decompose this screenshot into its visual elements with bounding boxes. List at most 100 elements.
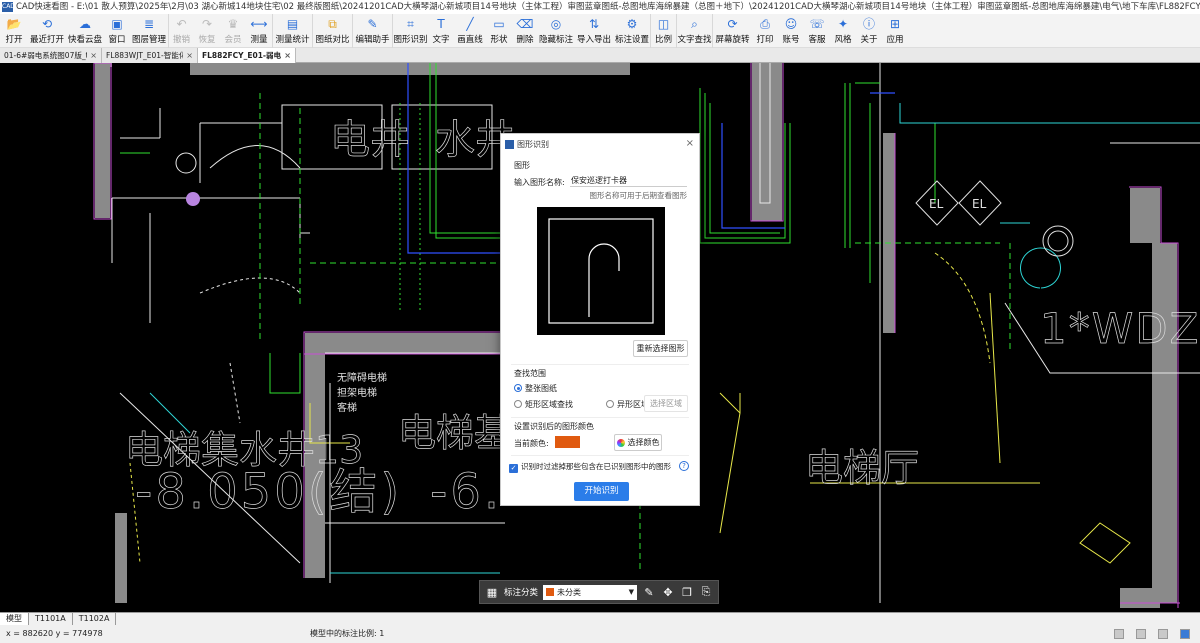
el-text-2: EL [972, 197, 987, 211]
filter-option[interactable]: ✓ 识别时过滤掉那些包含在已识别图形中的图形 [509, 461, 671, 473]
measure-icon: ⟷ [250, 17, 268, 31]
window-title: CAD快速看图 - E:\01 散人预算\2025年\2月\03 湖心新城14地… [16, 2, 1200, 12]
toolbar-shape-button[interactable]: ▭ 形状 [486, 14, 512, 48]
toolbar-cloud-button[interactable]: ☁ 快看云盘 [66, 14, 104, 48]
toolbar-window-button[interactable]: ▣ 窗口 [104, 14, 130, 48]
close-icon[interactable]: × [686, 138, 694, 149]
doc-tab-1[interactable]: 01-6#弱电系统图07版_t3 × [0, 48, 102, 63]
toolbar-label: 图纸对比 [315, 35, 350, 45]
model-tab-model[interactable]: 模型 [0, 613, 29, 625]
grid-toggle-icon[interactable] [1136, 629, 1146, 639]
toolbar-text-button[interactable]: T 文字 [428, 14, 454, 48]
print-icon: ⎙ [760, 17, 770, 31]
status-icons [1114, 629, 1190, 639]
doc-tab-2[interactable]: FL883WJT_E01-智能化… × [102, 48, 198, 63]
fullscreen-icon[interactable] [1180, 629, 1190, 639]
toolbar-apps-button[interactable]: ⊞ 应用 [882, 14, 908, 48]
close-icon[interactable]: × [284, 48, 291, 63]
toolbar-label: 窗口 [108, 35, 126, 45]
shape-name-input[interactable] [570, 174, 687, 187]
choose-color-button[interactable]: 选择颜色 [614, 434, 662, 451]
toolbar-account-button[interactable]: ☺ 账号 [778, 14, 804, 48]
toolbar-headset-button[interactable]: ☏ 客服 [804, 14, 830, 48]
redo-icon: ↷ [201, 17, 213, 31]
toolbar-eye-off-button[interactable]: ◎ 隐藏标注 [538, 14, 574, 48]
toolbar-label: 撤销 [172, 35, 190, 45]
toolbar-measure-button[interactable]: ⟷ 测量 [246, 14, 272, 48]
range-whole-drawing[interactable]: 整张图纸 [514, 383, 557, 394]
compare-icon: ⧉ [328, 17, 337, 31]
toolbar-edit-assistant-button[interactable]: ✎ 编辑助手 [352, 14, 392, 48]
cable-text: 1*WDZB2 [1040, 304, 1200, 353]
model-tabs: 模型 T1101A T1102A [0, 612, 1200, 625]
cursor-coordinates: x = 882620 y = 774978 [6, 629, 103, 638]
toolbar-shape-recognition-button[interactable]: ⌗ 图形识别 [392, 14, 428, 48]
move-icon[interactable]: ✥ [661, 585, 675, 599]
checkbox-checked-icon[interactable]: ✓ [509, 464, 518, 473]
radio-icon[interactable] [606, 400, 614, 408]
toolbar-label: 图形识别 [393, 35, 428, 45]
range-rect-area[interactable]: 矩形区域查找 [514, 399, 573, 410]
current-color-swatch[interactable] [555, 436, 580, 448]
select-area-button[interactable]: 选择区域 [644, 395, 688, 412]
toolbar-label: 打开 [5, 35, 23, 45]
reselect-shape-button[interactable]: 重新选择图形 [633, 340, 688, 357]
help-icon[interactable]: ? [679, 461, 689, 471]
edit-icon[interactable]: ✎ [642, 585, 656, 599]
toolbar-print-button[interactable]: ⎙ 打印 [752, 14, 778, 48]
annotation-category-select[interactable]: 未分类 ▼ [543, 584, 638, 600]
toolbar-rotate-button[interactable]: ⟳ 屏幕旋转 [712, 14, 752, 48]
toolbar-clock-button[interactable]: ⟲ 最近打开 [28, 14, 66, 48]
title-bar: CAD CAD快速看图 - E:\01 散人预算\2025年\2月\03 湖心新… [0, 0, 1200, 14]
toolbar-folder-button[interactable]: 📂 打开 [0, 14, 28, 48]
toolbar-eraser-button[interactable]: ⌫ 删除 [512, 14, 538, 48]
radio-checked-icon[interactable] [514, 384, 522, 392]
toolbar-line-button[interactable]: ╱ 画直线 [454, 14, 486, 48]
scale-icon: ◫ [657, 17, 670, 31]
marker-point [186, 192, 200, 206]
shape-recognition-dialog: 图形识别 × 图形 输入图形名称: 图形名称可用于后期查看图形 重新选择图形 查… [500, 133, 700, 506]
copy-icon[interactable]: ❐ [680, 585, 694, 599]
toolbar-scale-button[interactable]: ◫ 比例 [650, 14, 676, 48]
main-toolbar: 📂 打开 ⟲ 最近打开 ☁ 快看云盘 ▣ 窗口 ≣ 图层管理 ↶ 撤销 ↷ 恢复 ♛ 会员 ⟷ 测量 ▤ 测量统计 ⧉ 图… [0, 14, 1200, 48]
toolbar-measure-stats-button[interactable]: ▤ 测量统计 [272, 14, 312, 48]
toolbar-style-button[interactable]: ✦ 风格 [830, 14, 856, 48]
toolbar-label: 应用 [886, 35, 904, 45]
toolbar-layers-button[interactable]: ≣ 图层管理 [130, 14, 168, 48]
toolbar-label: 客服 [808, 35, 826, 45]
close-icon[interactable]: × [186, 48, 193, 63]
toolbar-redo-button[interactable]: ↷ 恢复 [194, 14, 220, 48]
close-icon[interactable]: × [90, 48, 97, 63]
paste-icon[interactable]: ⎘ [699, 585, 713, 599]
doc-tab-label: 01-6#弱电系统图07版_t3 [4, 51, 88, 60]
folder-icon: 📂 [6, 17, 22, 31]
grid-icon[interactable]: ▦ [485, 585, 499, 599]
shape-icon: ▭ [493, 17, 505, 31]
toolbar-vip-button[interactable]: ♛ 会员 [220, 14, 246, 48]
lock-icon[interactable] [1114, 629, 1124, 639]
import-export-icon: ⇅ [588, 17, 600, 31]
layers-icon: ≣ [143, 17, 155, 31]
screen-icon[interactable] [1158, 629, 1168, 639]
doc-tab-3[interactable]: FL882FCY_E01-弱电平… × [198, 48, 296, 63]
toolbar-annotation-settings-button[interactable]: ⚙ 标注设置 [614, 14, 650, 48]
toolbar-import-export-button[interactable]: ⇅ 导入导出 [574, 14, 614, 48]
model-tab-t1102a[interactable]: T1102A [73, 613, 117, 625]
elevation-text-2: -6. [430, 464, 502, 520]
shape-preview-image [548, 218, 654, 324]
range-option-label: 矩形区域查找 [525, 400, 573, 409]
model-tab-t1101a[interactable]: T1101A [29, 613, 73, 625]
eye-off-icon: ◎ [550, 17, 562, 31]
toolbar-undo-button[interactable]: ↶ 撤销 [168, 14, 194, 48]
apps-icon: ⊞ [889, 17, 901, 31]
section-shape: 图形 [514, 161, 530, 170]
toolbar-info-button[interactable]: ⓘ 关于 [856, 14, 882, 48]
range-title: 查找范围 [514, 369, 546, 378]
toolbar-compare-button[interactable]: ⧉ 图纸对比 [312, 14, 352, 48]
radio-icon[interactable] [514, 400, 522, 408]
toolbar-label: 恢复 [198, 35, 216, 45]
clock-icon: ⟲ [41, 17, 53, 31]
toolbar-text-search-button[interactable]: ⌕ 文字查找 [676, 14, 712, 48]
elevation-text: -8.050(结) [135, 464, 402, 520]
start-recognition-button[interactable]: 开始识别 [574, 482, 629, 501]
